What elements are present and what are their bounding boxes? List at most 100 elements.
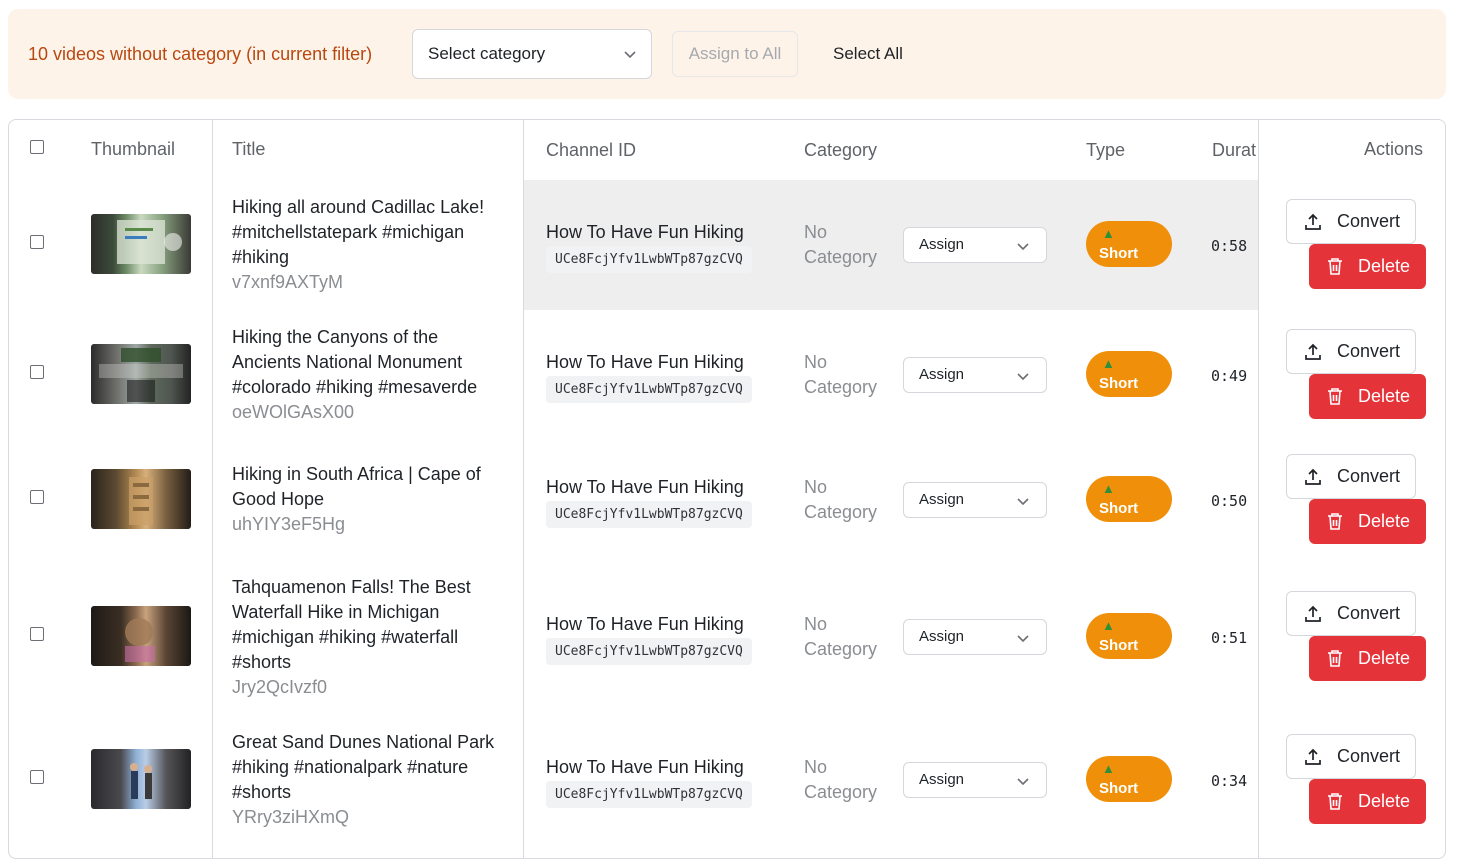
- video-id: v7xnf9AXTyM: [232, 272, 344, 292]
- channel-id-badge: UCe8FcjYfv1LwbWTp87gzCVQ: [546, 501, 752, 528]
- header-actions: Actions: [1364, 139, 1424, 159]
- video-thumbnail[interactable]: [91, 749, 191, 809]
- delete-button[interactable]: Delete: [1309, 499, 1426, 544]
- uncategorized-count-message: 10 videos without category (in current f…: [28, 44, 373, 64]
- thumbnail-image: [129, 477, 153, 525]
- trash-icon: [1328, 513, 1342, 530]
- assign-category-select[interactable]: Assign: [903, 482, 1047, 518]
- row-checkbox[interactable]: [30, 490, 44, 504]
- channel-name: How To Have Fun Hiking: [546, 222, 744, 242]
- trash-icon: [1328, 793, 1342, 810]
- header-type[interactable]: Type: [1086, 121, 1125, 179]
- chevron-down-icon: [624, 51, 636, 59]
- convert-button[interactable]: Convert: [1286, 329, 1416, 374]
- video-title-line[interactable]: Good Hope: [232, 487, 512, 512]
- assign-category-select[interactable]: Assign: [903, 357, 1047, 393]
- category-value-line: No: [804, 757, 828, 777]
- assign-category-select[interactable]: Assign: [903, 762, 1047, 798]
- thumbnail-image: [130, 763, 152, 799]
- video-id: Jry2QcIvzf0: [232, 677, 328, 697]
- video-title-line[interactable]: Great Sand Dunes National Park: [232, 730, 512, 755]
- select-all-checkbox[interactable]: [30, 140, 44, 154]
- category-value-line: No: [804, 352, 828, 372]
- thumbnail-image: [125, 618, 155, 662]
- chevron-down-icon: [1017, 778, 1029, 786]
- delete-label: Delete: [1358, 791, 1411, 811]
- tree-icon: ▲: [1102, 481, 1115, 496]
- upload-icon: [1305, 605, 1321, 622]
- video-title-line[interactable]: #michigan #hiking #waterfall: [232, 625, 512, 650]
- video-title-line[interactable]: Hiking the Canyons of the: [232, 325, 512, 350]
- assign-to-all-button[interactable]: Assign to All: [672, 31, 798, 77]
- row-checkbox[interactable]: [30, 627, 44, 641]
- assign-select-label: Assign: [919, 236, 965, 253]
- assign-category-select[interactable]: Assign: [903, 227, 1047, 263]
- category-value-line: No: [804, 477, 828, 497]
- header-title[interactable]: Title: [232, 120, 265, 178]
- video-title-line[interactable]: #hiking #nationalpark #nature: [232, 755, 512, 780]
- video-thumbnail[interactable]: [91, 344, 191, 404]
- duration-value: 0:34: [1211, 772, 1248, 790]
- header-duration[interactable]: Durat: [1212, 121, 1258, 179]
- upload-icon: [1305, 213, 1321, 230]
- type-badge: ▲ Short: [1086, 756, 1172, 802]
- video-title-line[interactable]: Tahquamenon Falls! The Best: [232, 575, 512, 600]
- videos-table: Thumbnail Title Channel ID Category Type…: [8, 119, 1446, 859]
- tree-icon: ▲: [1102, 226, 1115, 241]
- upload-icon: [1305, 343, 1321, 360]
- video-title-line[interactable]: Hiking all around Cadillac Lake!: [232, 195, 512, 220]
- thumbnail-image: [117, 220, 182, 264]
- channel-id-badge: UCe8FcjYfv1LwbWTp87gzCVQ: [546, 376, 752, 403]
- video-title-line[interactable]: #mitchellstatepark #michigan: [232, 220, 512, 245]
- video-title-line[interactable]: #shorts: [232, 650, 512, 675]
- header-channel-id[interactable]: Channel ID: [546, 121, 636, 179]
- column-divider: [523, 120, 524, 858]
- duration-value: 0:49: [1211, 367, 1248, 385]
- column-divider: [1258, 120, 1259, 858]
- video-thumbnail[interactable]: [91, 214, 191, 274]
- row-checkbox[interactable]: [30, 770, 44, 784]
- video-id: YRry3ziHXmQ: [232, 807, 350, 827]
- chevron-down-icon: [1017, 243, 1029, 251]
- video-thumbnail[interactable]: [91, 606, 191, 666]
- delete-button[interactable]: Delete: [1309, 779, 1426, 824]
- type-badge: ▲ Short: [1086, 476, 1172, 522]
- category-value-line: Category: [804, 639, 878, 659]
- channel-id-badge: UCe8FcjYfv1LwbWTp87gzCVQ: [546, 781, 752, 808]
- video-id: oeWOlGAsX00: [232, 402, 355, 422]
- delete-label: Delete: [1358, 648, 1411, 668]
- upload-icon: [1305, 748, 1321, 765]
- delete-button[interactable]: Delete: [1309, 374, 1426, 419]
- convert-button[interactable]: Convert: [1286, 734, 1416, 779]
- delete-button[interactable]: Delete: [1309, 244, 1426, 289]
- header-category[interactable]: Category: [804, 121, 877, 179]
- duration-value: 0:58: [1211, 237, 1248, 255]
- convert-button[interactable]: Convert: [1286, 591, 1416, 636]
- duration-value: 0:51: [1211, 629, 1248, 647]
- channel-name: How To Have Fun Hiking: [546, 352, 744, 372]
- video-title-line[interactable]: #colorado #hiking #mesaverde: [232, 375, 512, 400]
- convert-button[interactable]: Convert: [1286, 199, 1416, 244]
- row-checkbox[interactable]: [30, 235, 44, 249]
- assign-select-label: Assign: [919, 628, 965, 645]
- channel-name: How To Have Fun Hiking: [546, 757, 744, 777]
- delete-button[interactable]: Delete: [1309, 636, 1426, 681]
- row-checkbox[interactable]: [30, 365, 44, 379]
- type-badge: ▲ Short: [1086, 351, 1172, 397]
- assign-category-select[interactable]: Assign: [903, 619, 1047, 655]
- duration-value: 0:50: [1211, 492, 1248, 510]
- video-title-line[interactable]: #shorts: [232, 780, 512, 805]
- video-title-line[interactable]: Ancients National Monument: [232, 350, 512, 375]
- video-title-line[interactable]: Waterfall Hike in Michigan: [232, 600, 512, 625]
- channel-id-badge: UCe8FcjYfv1LwbWTp87gzCVQ: [546, 246, 752, 273]
- video-thumbnail[interactable]: [91, 469, 191, 529]
- delete-label: Delete: [1358, 386, 1411, 406]
- trash-icon: [1328, 258, 1342, 275]
- chevron-down-icon: [1017, 635, 1029, 643]
- video-title-line[interactable]: Hiking in South Africa | Cape of: [232, 462, 512, 487]
- select-all-button[interactable]: Select All: [833, 9, 903, 99]
- convert-button[interactable]: Convert: [1286, 454, 1416, 499]
- category-select[interactable]: Select category: [412, 29, 652, 79]
- video-title-line[interactable]: #hiking: [232, 245, 512, 270]
- convert-label: Convert: [1337, 603, 1401, 623]
